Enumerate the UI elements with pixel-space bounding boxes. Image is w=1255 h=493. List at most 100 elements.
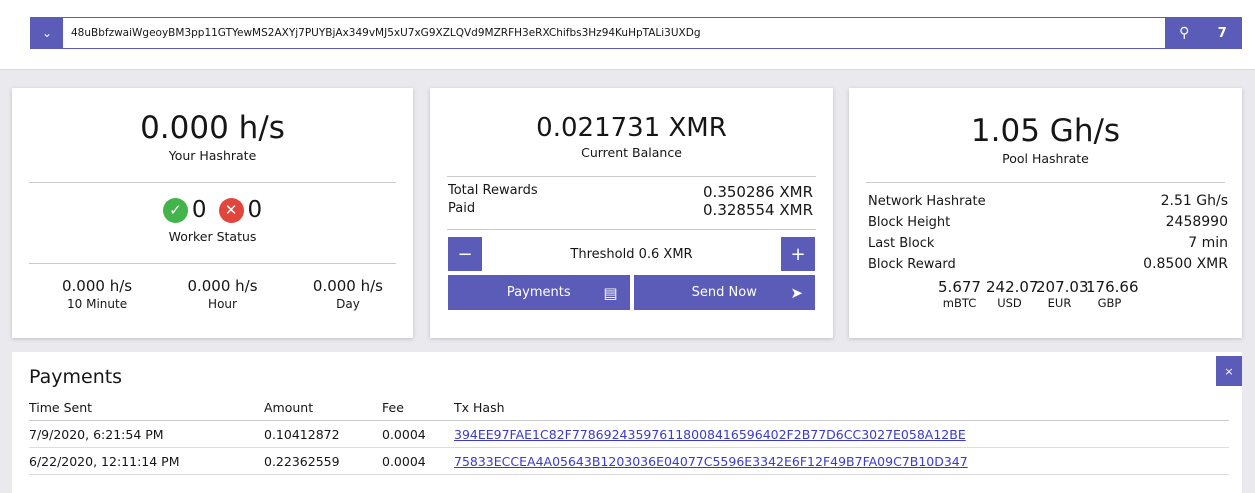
pool-hashrate-value: 1.05 Gh/s <box>970 113 1121 149</box>
your-hashrate-label: Your Hashrate <box>168 148 257 163</box>
column-header-tx-hash: Tx Hash <box>454 396 1229 421</box>
fiat-value: 176.66 <box>1086 278 1139 296</box>
worker-status-label: Worker Status <box>168 229 257 244</box>
fiat-values: 5.677 mBTC 242.07 USD 207.03 EUR 176.66 … <box>868 278 1228 310</box>
fiat-label: GBP <box>1097 296 1122 310</box>
table-row: 6/22/2020, 12:11:14 PM 0.22362559 0.0004… <box>29 447 1229 475</box>
divider <box>447 229 816 230</box>
divider <box>29 182 396 183</box>
address-search-button[interactable]: ⚲ 7 <box>1165 18 1241 48</box>
table-row: 7/9/2020, 6:21:54 PM 0.10412872 0.0004 3… <box>29 420 1229 448</box>
cell-tx-hash: 75833ECCEA4A05643B1203036E04077C5596E334… <box>454 447 1229 475</box>
pool-hashrate-label: Pool Hashrate <box>1002 151 1089 166</box>
rate-value: 0.000 h/s <box>187 277 258 295</box>
pool-hashrate-card: 1.05 Gh/s Pool Hashrate Network Hashrate… <box>849 88 1242 338</box>
fiat-eur: 207.03 EUR <box>1036 278 1089 310</box>
fiat-label: EUR <box>1047 296 1072 310</box>
fiat-value: 5.677 <box>938 278 981 296</box>
close-button[interactable]: × <box>1216 356 1242 386</box>
stat-row: Block Height 2458990 <box>868 212 1228 233</box>
threshold-control: − Threshold 0.6 XMR + <box>448 237 815 271</box>
stat-label: Block Reward <box>868 257 956 272</box>
paid-row: Paid 0.328554 XMR <box>448 201 813 219</box>
stat-row: Network Hashrate 2.51 Gh/s <box>868 191 1228 212</box>
cell-fee: 0.0004 <box>382 420 454 448</box>
cell-amount: 0.10412872 <box>264 420 382 448</box>
stat-value: 2458990 <box>1165 214 1228 230</box>
address-count: 7 <box>1217 25 1227 41</box>
rate-value: 0.000 h/s <box>312 277 383 295</box>
threshold-decrease-button[interactable]: − <box>448 237 482 271</box>
total-rewards-value: 0.350286 XMR <box>703 183 813 201</box>
column-header-fee: Fee <box>382 396 454 421</box>
stat-label: Network Hashrate <box>868 194 986 209</box>
fiat-label: USD <box>997 296 1022 310</box>
total-rewards-row: Total Rewards 0.350286 XMR <box>448 183 813 201</box>
cell-tx-hash: 394EE97FAE1C82F7786924359761180084165964… <box>454 420 1229 448</box>
balance-actions: Payments ▤ Send Now ➤ <box>448 275 815 310</box>
send-now-button[interactable]: Send Now ➤ <box>633 275 815 310</box>
rate-value: 0.000 h/s <box>62 277 133 295</box>
check-circle-icon: ✓ <box>162 197 188 223</box>
stat-value: 7 min <box>1188 235 1228 251</box>
rate-hour: 0.000 h/s Hour <box>187 277 257 311</box>
fiat-value: 242.07 <box>986 278 1039 296</box>
list-icon: ▤ <box>603 283 618 302</box>
fiat-gbp: 176.66 GBP <box>1086 278 1139 310</box>
address-bar: ⌄ ⚲ 7 <box>30 17 1242 49</box>
stat-label: Block Height <box>868 215 951 230</box>
network-stats: Network Hashrate 2.51 Gh/s Block Height … <box>849 183 1242 310</box>
send-icon: ➤ <box>790 283 803 302</box>
address-dropdown-button[interactable]: ⌄ <box>31 18 63 48</box>
your-hashrate-value: 0.000 h/s <box>140 110 285 146</box>
threshold-increase-button[interactable]: + <box>780 237 815 271</box>
stat-row: Last Block 7 min <box>868 233 1228 254</box>
rate-day: 0.000 h/s Day <box>313 277 383 311</box>
balance-label: Current Balance <box>581 145 682 160</box>
x-circle-icon: ✕ <box>218 197 244 223</box>
worker-bad-count: 0 <box>247 197 263 223</box>
cell-fee: 0.0004 <box>382 447 454 475</box>
stat-label: Last Block <box>868 236 935 251</box>
paid-value: 0.328554 XMR <box>703 201 813 219</box>
close-icon: × <box>1224 364 1234 378</box>
payments-panel: Payments × Time Sent Amount Fee Tx Hash … <box>12 352 1242 493</box>
tx-hash-link[interactable]: 394EE97FAE1C82F7786924359761180084165964… <box>454 427 966 442</box>
payments-title: Payments <box>29 366 123 388</box>
stat-row: Block Reward 0.8500 XMR <box>868 254 1228 275</box>
rate-label: Day <box>336 297 360 311</box>
rate-label: 10 Minute <box>67 297 128 311</box>
cell-amount: 0.22362559 <box>264 447 382 475</box>
cell-time: 7/9/2020, 6:21:54 PM <box>29 420 264 448</box>
chevron-down-icon: ⌄ <box>41 26 53 40</box>
balance-value: 0.021731 XMR <box>536 113 727 143</box>
paid-label: Paid <box>448 201 476 216</box>
rewards-summary: Total Rewards 0.350286 XMR Paid 0.328554… <box>430 177 833 219</box>
balance-card: 0.021731 XMR Current Balance Total Rewar… <box>430 88 833 338</box>
table-header-row: Time Sent Amount Fee Tx Hash <box>29 396 1229 421</box>
stat-value: 0.8500 XMR <box>1143 256 1228 272</box>
search-icon: ⚲ <box>1179 25 1190 41</box>
tx-hash-link[interactable]: 75833ECCEA4A05643B1203036E04077C5596E334… <box>454 454 968 469</box>
address-input[interactable] <box>63 18 1165 48</box>
hashrate-periods: 0.000 h/s 10 Minute 0.000 h/s Hour 0.000… <box>12 277 413 311</box>
payments-button-label: Payments <box>506 285 571 300</box>
fiat-mbtc: 5.677 mBTC <box>936 278 983 310</box>
total-rewards-label: Total Rewards <box>448 183 538 198</box>
worker-status: ✓ 0 ✕ 0 <box>12 197 413 223</box>
column-header-time: Time Sent <box>29 396 264 421</box>
fiat-label: mBTC <box>942 296 977 310</box>
fiat-value: 207.03 <box>1036 278 1089 296</box>
your-hashrate-card: 0.000 h/s Your Hashrate ✓ 0 ✕ 0 Worker S… <box>12 88 413 338</box>
column-header-amount: Amount <box>264 396 382 421</box>
send-now-label: Send Now <box>691 285 757 300</box>
payments-table: Time Sent Amount Fee Tx Hash 7/9/2020, 6… <box>29 396 1229 475</box>
threshold-label: Threshold 0.6 XMR <box>570 246 693 262</box>
stat-value: 2.51 Gh/s <box>1160 193 1228 209</box>
rate-10-minute: 0.000 h/s 10 Minute <box>62 277 132 311</box>
fiat-usd: 242.07 USD <box>986 278 1039 310</box>
payments-button[interactable]: Payments ▤ <box>448 275 630 310</box>
divider <box>29 263 396 264</box>
top-bar: ⌄ ⚲ 7 <box>0 0 1255 70</box>
rate-label: Hour <box>208 297 237 311</box>
